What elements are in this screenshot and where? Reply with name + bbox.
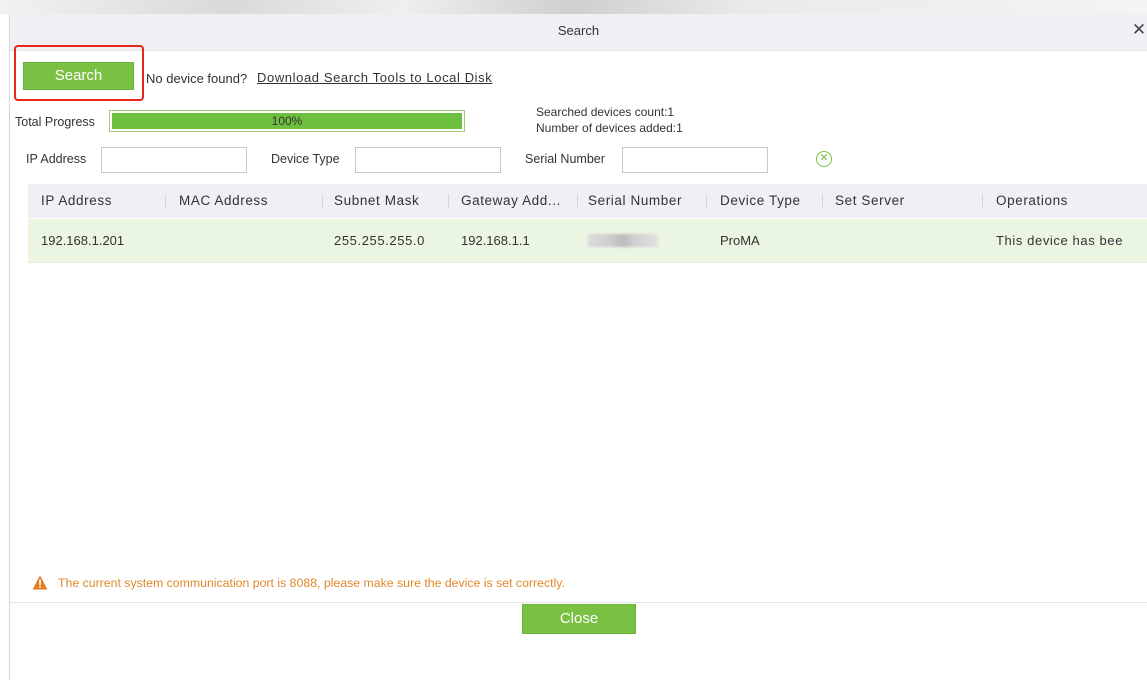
cell-subnet-mask: 255.255.255.0 bbox=[334, 233, 425, 248]
column-divider bbox=[822, 194, 823, 208]
dialog-titlebar: Search ✕ bbox=[10, 14, 1147, 51]
serial-number-filter-input[interactable] bbox=[622, 147, 768, 173]
background-strip bbox=[0, 0, 1147, 14]
close-icon[interactable]: ✕ bbox=[1131, 20, 1147, 40]
serial-number-filter-label: Serial Number bbox=[525, 152, 605, 166]
column-header-mac-address[interactable]: MAC Address bbox=[179, 193, 268, 208]
clear-filter-icon[interactable]: ✕ bbox=[816, 151, 832, 167]
column-header-gateway-address[interactable]: Gateway Add... bbox=[461, 193, 561, 208]
column-divider bbox=[165, 194, 166, 208]
cell-serial-number-redacted bbox=[588, 234, 658, 247]
device-table-header: IP Address MAC Address Subnet Mask Gatew… bbox=[28, 184, 1147, 218]
table-row[interactable]: 192.168.1.201 255.255.255.0 192.168.1.1 … bbox=[28, 219, 1147, 263]
column-header-serial-number[interactable]: Serial Number bbox=[588, 193, 682, 208]
dialog-title: Search bbox=[557, 23, 600, 38]
device-type-filter-label: Device Type bbox=[271, 152, 340, 166]
column-header-subnet-mask[interactable]: Subnet Mask bbox=[334, 193, 419, 208]
cell-operations[interactable]: This device has bee bbox=[996, 233, 1147, 248]
column-header-set-server[interactable]: Set Server bbox=[835, 193, 905, 208]
column-divider bbox=[322, 194, 323, 208]
column-divider bbox=[577, 194, 578, 208]
footer-divider bbox=[10, 602, 1147, 603]
close-button[interactable]: Close bbox=[522, 604, 636, 634]
searched-devices-count: Searched devices count:1 bbox=[536, 105, 675, 119]
search-button[interactable]: Search bbox=[23, 62, 134, 90]
cell-gateway-address: 192.168.1.1 bbox=[461, 233, 530, 248]
download-tools-link[interactable]: Download Search Tools to Local Disk bbox=[257, 70, 492, 85]
column-header-device-type[interactable]: Device Type bbox=[720, 193, 801, 208]
column-divider bbox=[706, 194, 707, 208]
cell-ip-address: 192.168.1.201 bbox=[41, 233, 125, 248]
column-divider bbox=[982, 194, 983, 208]
port-warning-text: The current system communication port is… bbox=[58, 576, 565, 590]
total-progress-label: Total Progress bbox=[15, 115, 95, 129]
ip-address-filter-input[interactable] bbox=[101, 147, 247, 173]
device-type-filter-input[interactable] bbox=[355, 147, 501, 173]
device-counts: Searched devices count:1 Number of devic… bbox=[536, 104, 683, 136]
cell-device-type: ProMA bbox=[720, 233, 760, 248]
warning-triangle-icon bbox=[32, 575, 48, 590]
ip-address-filter-label: IP Address bbox=[26, 152, 87, 166]
search-dialog: Search ✕ Search No device found? Downloa… bbox=[9, 14, 1147, 680]
progress-fill: 100% bbox=[112, 113, 462, 129]
total-progress-bar: 100% bbox=[109, 110, 465, 132]
column-header-operations[interactable]: Operations bbox=[996, 193, 1068, 208]
devices-added-count: Number of devices added:1 bbox=[536, 121, 683, 135]
column-divider bbox=[448, 194, 449, 208]
no-device-text: No device found? bbox=[146, 71, 248, 86]
column-header-ip-address[interactable]: IP Address bbox=[41, 193, 112, 208]
